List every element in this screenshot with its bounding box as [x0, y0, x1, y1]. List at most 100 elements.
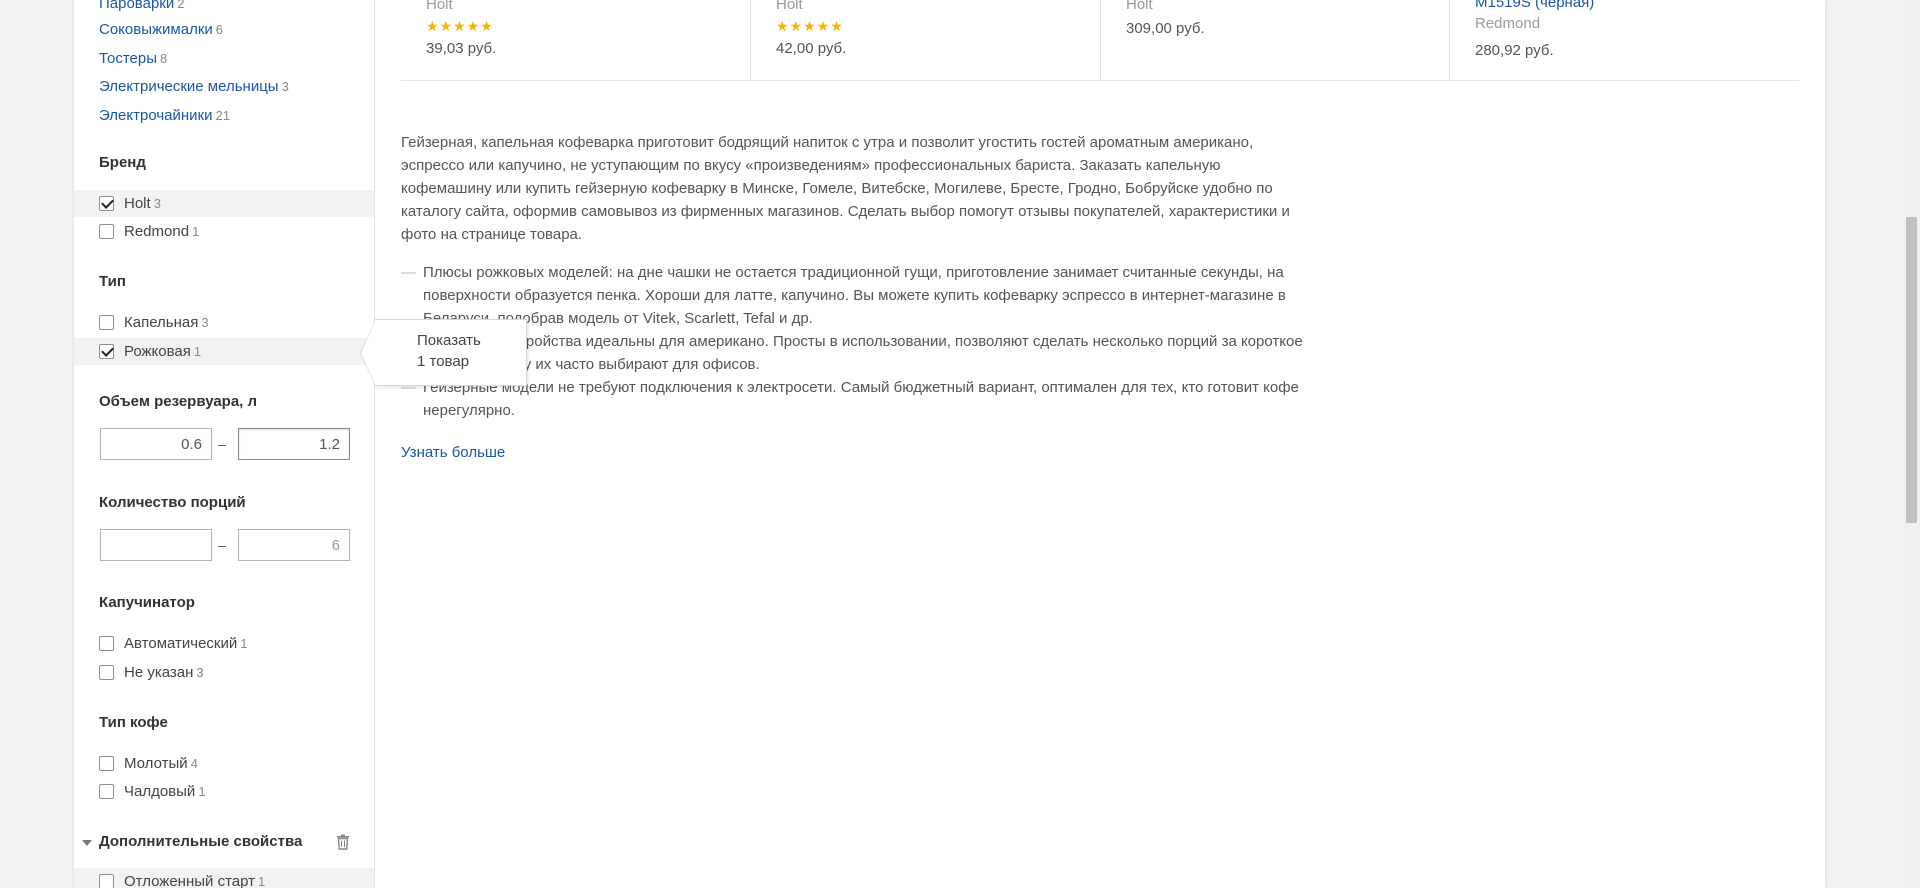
product-card[interactable]: Holt ★★★★★ 39,03 руб.: [401, 0, 751, 80]
filter-title-extra[interactable]: Дополнительные свойства: [99, 833, 302, 850]
product-brand: Holt: [1126, 0, 1153, 13]
product-price: 309,00 руб.: [1126, 20, 1205, 37]
option-count: 1: [240, 636, 248, 651]
option-label: Капельная: [124, 314, 199, 331]
filter-title-type: Тип: [99, 273, 126, 290]
filter-title-portions: Количество порций: [99, 494, 246, 511]
filter-title-volume: Объем резервуара, л: [99, 393, 258, 410]
category-link-steamers[interactable]: Пароварки 2: [99, 0, 184, 12]
bullet-dash: —: [401, 264, 416, 281]
category-count: 21: [215, 108, 230, 123]
filter-option-cappuccinator-auto[interactable]: Автоматический 1: [74, 630, 374, 657]
category-link-juicers[interactable]: Соковыжималки 6: [99, 21, 223, 38]
filter-option-coffee-ground[interactable]: Молотый 4: [74, 750, 374, 777]
text-line: Гейзерные модели не требуют подключения …: [423, 379, 1299, 396]
product-price: 39,03 руб.: [426, 40, 497, 57]
popup-label: Показать: [417, 332, 481, 349]
filter-option-coffee-pods[interactable]: Чалдовый 1: [74, 778, 374, 805]
filter-option-type-espresso[interactable]: Рожковая 1: [74, 338, 374, 365]
checkbox[interactable]: [99, 315, 114, 330]
option-count: 1: [192, 224, 200, 239]
filter-title-coffee-type: Тип кофе: [99, 714, 168, 731]
text-line: Капельные устройства идеальны для америк…: [423, 333, 1303, 350]
popup-count: 1 товар: [417, 353, 470, 370]
option-label: Holt: [124, 195, 151, 212]
filter-option-brand-holt[interactable]: Holt 3: [74, 190, 374, 217]
page-container: Пароварки 2 Соковыжималки 6 Тостеры 8 Элект…: [74, 0, 1825, 888]
checkbox[interactable]: [99, 756, 114, 771]
category-count: 2: [177, 0, 185, 11]
text-line: поверхности образуется пенка. Хороши для…: [423, 287, 1286, 304]
filter-option-brand-redmond[interactable]: Redmond 1: [74, 218, 374, 245]
checkbox[interactable]: [99, 636, 114, 651]
filter-option-cappuccinator-none[interactable]: Не указан 3: [74, 659, 374, 686]
option-label: Чалдовый: [124, 783, 196, 800]
trash-icon[interactable]: [336, 834, 350, 850]
product-brand: Redmond: [1475, 15, 1541, 32]
option-count: 1: [193, 344, 202, 359]
option-label: Молотый: [124, 755, 188, 772]
checkbox[interactable]: [99, 665, 114, 680]
collapse-caret-icon[interactable]: [82, 840, 92, 846]
category-link-kettles[interactable]: Электрочайники 21: [99, 107, 230, 124]
product-brand: Holt: [426, 0, 453, 13]
text-line: фото на странице товара.: [401, 226, 583, 243]
product-strip: Holt ★★★★★ 39,03 руб. Holt ★★★★★ 42,00 р…: [401, 0, 1799, 81]
text-line: каталогу сайта, оформив самовывоз из фир…: [401, 203, 1290, 220]
range-separator: –: [218, 436, 226, 452]
text-line: Гейзерная, капельная кофеварка приготови…: [401, 134, 1254, 151]
text-line: Беларуси, подобрав модель от Vitek, Scar…: [423, 310, 813, 327]
category-count: 8: [160, 51, 168, 66]
option-label: Рожковая: [124, 343, 191, 360]
product-card[interactable]: Holt 309,00 руб.: [1101, 0, 1450, 80]
option-count: 4: [190, 756, 198, 771]
option-count: 3: [153, 196, 161, 211]
category-link-grinders[interactable]: Электрические мельницы 3: [99, 78, 289, 95]
show-results-popup[interactable]: Показать 1 товар: [375, 319, 527, 386]
product-name-link[interactable]: M1519S (черная): [1475, 0, 1594, 11]
text-line: нерегулярно.: [423, 402, 515, 419]
text-line: Плюсы рожковых моделей: на дне чашки не …: [423, 264, 1284, 281]
category-link-toasters[interactable]: Тостеры 8: [99, 50, 167, 67]
option-label: Не указан: [124, 664, 194, 681]
text-line: эспрессо или капучино, не уступающим по …: [401, 157, 1221, 174]
scrollbar-thumb[interactable]: [1906, 217, 1917, 523]
product-price: 42,00 руб.: [776, 40, 847, 57]
option-count: 1: [258, 874, 266, 888]
checkbox[interactable]: [99, 224, 114, 239]
product-card[interactable]: Holt ★★★★★ 42,00 руб.: [751, 0, 1101, 80]
volume-from-input[interactable]: [100, 428, 212, 460]
text-line: время, поэтому их часто выбирают для офи…: [423, 356, 760, 373]
rating-stars-icon: ★★★★★: [426, 18, 494, 34]
option-label: Автоматический: [124, 635, 238, 652]
checkbox[interactable]: [99, 344, 114, 359]
rating-stars-icon: ★★★★★: [776, 18, 844, 34]
portions-from-input[interactable]: [100, 529, 212, 561]
category-count: 3: [281, 79, 289, 94]
option-label: Redmond: [124, 223, 190, 240]
product-card[interactable]: M1519S (черная) Redmond 280,92 руб.: [1450, 0, 1799, 80]
checkbox[interactable]: [99, 874, 114, 888]
product-price: 280,92 руб.: [1475, 42, 1554, 59]
filter-option-type-drip[interactable]: Капельная 3: [74, 309, 374, 336]
checkbox[interactable]: [99, 784, 114, 799]
option-count: 3: [196, 665, 204, 680]
checkbox[interactable]: [99, 196, 114, 211]
learn-more-link[interactable]: Узнать больше: [401, 444, 505, 461]
option-count: 1: [198, 784, 206, 799]
volume-to-input[interactable]: [238, 428, 350, 460]
option-label: Отложенный старт: [124, 873, 256, 888]
portions-to-input[interactable]: [238, 529, 350, 561]
range-separator: –: [218, 537, 226, 553]
filter-title-cappuccinator: Капучинатор: [99, 594, 195, 611]
vertical-scrollbar[interactable]: [1903, 0, 1920, 888]
category-count: 6: [215, 22, 223, 37]
seo-description: Гейзерная, капельная кофеварка приготови…: [401, 131, 1386, 246]
product-brand: Holt: [776, 0, 803, 13]
filter-sidebar: Пароварки 2 Соковыжималки 6 Тостеры 8 Элект…: [74, 0, 375, 888]
filter-title-brand: Бренд: [99, 154, 146, 171]
filter-option-delayed-start[interactable]: Отложенный старт 1: [74, 868, 374, 888]
popup-arrow-fill: [361, 320, 376, 386]
text-line: кофемашину или купить гейзерную кофеварк…: [401, 180, 1273, 197]
option-count: 3: [201, 315, 209, 330]
